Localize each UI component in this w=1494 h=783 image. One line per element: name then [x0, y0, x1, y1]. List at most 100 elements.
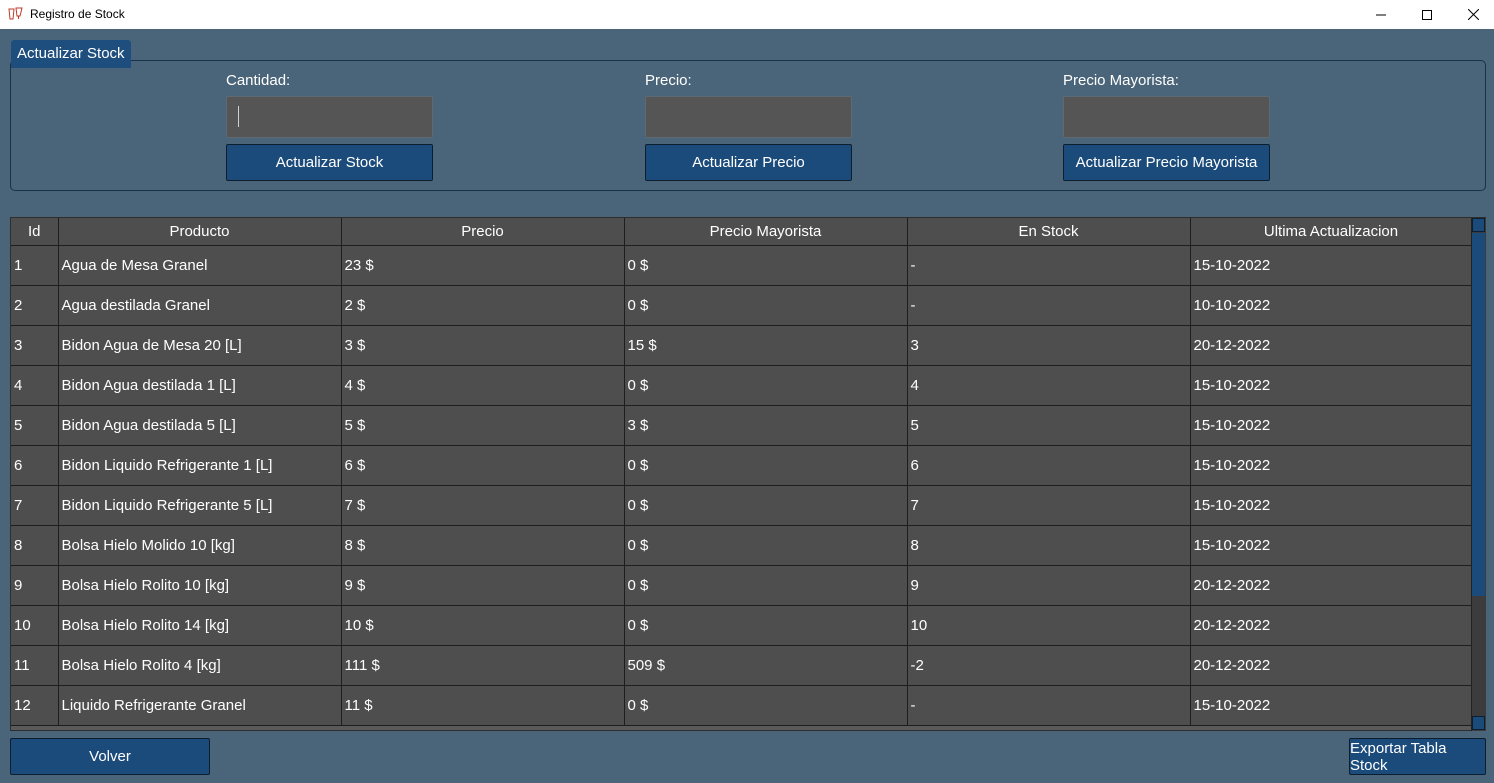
cell-last-update[interactable]: 20-12-2022 — [1190, 565, 1473, 606]
back-button[interactable]: Volver — [10, 738, 210, 775]
cell-price[interactable]: 11 $ — [341, 685, 625, 726]
close-button[interactable] — [1450, 0, 1494, 29]
cell-product[interactable]: Liquido Refrigerante Granel — [58, 685, 342, 726]
cell-id[interactable]: 12 — [11, 685, 59, 726]
cell-product[interactable]: Bolsa Hielo Rolito 14 [kg] — [58, 605, 342, 646]
update-price-button[interactable]: Actualizar Precio — [645, 144, 852, 181]
cell-wholesale-price[interactable]: 0 $ — [624, 445, 908, 486]
cell-price[interactable]: 3 $ — [341, 325, 625, 366]
cell-price[interactable]: 23 $ — [341, 245, 625, 286]
column-header-in-stock[interactable]: En Stock — [907, 218, 1191, 246]
cell-product[interactable]: Agua de Mesa Granel — [58, 245, 342, 286]
price-input[interactable] — [645, 96, 852, 138]
column-header-id[interactable]: Id — [11, 218, 59, 246]
cell-id[interactable]: 5 — [11, 405, 59, 446]
cell-wholesale-price[interactable]: 3 $ — [624, 405, 908, 446]
column-header-price[interactable]: Precio — [341, 218, 625, 246]
cell-price[interactable]: 6 $ — [341, 445, 625, 486]
cell-wholesale-price[interactable]: 15 $ — [624, 325, 908, 366]
cell-in-stock[interactable]: 10 — [907, 605, 1191, 646]
cell-product[interactable]: Bidon Agua de Mesa 20 [L] — [58, 325, 342, 366]
cell-id[interactable]: 6 — [11, 445, 59, 486]
table-row[interactable]: 11 Bolsa Hielo Rolito 4 [kg] 111 $509 $ -2 2… — [11, 645, 1473, 686]
cell-product[interactable]: Bidon Agua destilada 1 [L] — [58, 365, 342, 406]
table-row[interactable]: 6 Bidon Liquido Refrigerante 1 [L] 6 $0 $6… — [11, 445, 1473, 486]
cell-price[interactable]: 5 $ — [341, 405, 625, 446]
cell-last-update[interactable]: 15-10-2022 — [1190, 405, 1473, 446]
cell-in-stock[interactable]: 9 — [907, 565, 1191, 606]
cell-product[interactable]: Bolsa Hielo Rolito 10 [kg] — [58, 565, 342, 606]
update-stock-button[interactable]: Actualizar Stock — [226, 144, 433, 181]
cell-product[interactable]: Bidon Agua destilada 5 [L] — [58, 405, 342, 446]
stock-table[interactable]: Id Producto Precio Precio Mayorista En S… — [10, 217, 1486, 731]
cell-price[interactable]: 10 $ — [341, 605, 625, 646]
table-row[interactable]: 10 Bolsa Hielo Rolito 14 [kg] 10 $0 $10 20-… — [11, 605, 1473, 646]
table-row[interactable]: 5 Bidon Agua destilada 5 [L] 5 $3 $5 15-10-… — [11, 405, 1473, 446]
cell-in-stock[interactable]: - — [907, 245, 1191, 286]
table-row[interactable]: 1 Agua de Mesa Granel 23 $0 $ -15-10-2022 — [11, 245, 1473, 286]
wholesale-price-input[interactable] — [1063, 96, 1270, 138]
cell-product[interactable]: Bidon Liquido Refrigerante 1 [L] — [58, 445, 342, 486]
cell-in-stock[interactable]: - — [907, 285, 1191, 326]
cell-last-update[interactable]: 15-10-2022 — [1190, 525, 1473, 566]
export-table-button[interactable]: Exportar Tabla Stock — [1349, 738, 1486, 775]
cell-id[interactable]: 8 — [11, 525, 59, 566]
cell-price[interactable]: 7 $ — [341, 485, 625, 526]
cell-wholesale-price[interactable]: 0 $ — [624, 485, 908, 526]
cell-in-stock[interactable]: 8 — [907, 525, 1191, 566]
minimize-button[interactable] — [1358, 0, 1404, 29]
cell-last-update[interactable]: 10-10-2022 — [1190, 285, 1473, 326]
cell-id[interactable]: 11 — [11, 645, 59, 686]
cell-wholesale-price[interactable]: 0 $ — [624, 685, 908, 726]
cell-price[interactable]: 111 $ — [341, 645, 625, 686]
table-row[interactable]: 9 Bolsa Hielo Rolito 10 [kg] 9 $0 $9 20-12-… — [11, 565, 1473, 606]
table-row[interactable]: 3 Bidon Agua de Mesa 20 [L] 3 $15 $3 20-12-… — [11, 325, 1473, 366]
cell-wholesale-price[interactable]: 0 $ — [624, 245, 908, 286]
cell-product[interactable]: Bidon Liquido Refrigerante 5 [L] — [58, 485, 342, 526]
maximize-button[interactable] — [1404, 0, 1450, 29]
cell-id[interactable]: 1 — [11, 245, 59, 286]
cell-wholesale-price[interactable]: 509 $ — [624, 645, 908, 686]
cell-id[interactable]: 4 — [11, 365, 59, 406]
cell-in-stock[interactable]: - — [907, 685, 1191, 726]
cell-id[interactable]: 7 — [11, 485, 59, 526]
column-header-wholesale-price[interactable]: Precio Mayorista — [624, 218, 908, 246]
cell-in-stock[interactable]: 5 — [907, 405, 1191, 446]
cell-product[interactable]: Bolsa Hielo Molido 10 [kg] — [58, 525, 342, 566]
cell-wholesale-price[interactable]: 0 $ — [624, 365, 908, 406]
cell-in-stock[interactable]: 3 — [907, 325, 1191, 366]
cell-product[interactable]: Agua destilada Granel — [58, 285, 342, 326]
update-wholesale-price-button[interactable]: Actualizar Precio Mayorista — [1063, 144, 1270, 181]
cell-price[interactable]: 9 $ — [341, 565, 625, 606]
cell-last-update[interactable]: 20-12-2022 — [1190, 325, 1473, 366]
cell-in-stock[interactable]: 4 — [907, 365, 1191, 406]
cell-last-update[interactable]: 20-12-2022 — [1190, 605, 1473, 646]
cell-wholesale-price[interactable]: 0 $ — [624, 565, 908, 606]
cell-id[interactable]: 3 — [11, 325, 59, 366]
column-header-product[interactable]: Producto — [58, 218, 342, 246]
cell-id[interactable]: 2 — [11, 285, 59, 326]
scrollbar-thumb[interactable] — [1472, 233, 1485, 596]
scroll-up-arrow-icon[interactable] — [1472, 218, 1485, 232]
table-row[interactable]: 4 Bidon Agua destilada 1 [L] 4 $0 $4 15-10-… — [11, 365, 1473, 406]
quantity-input[interactable] — [226, 96, 433, 138]
cell-in-stock[interactable]: 6 — [907, 445, 1191, 486]
cell-last-update[interactable]: 15-10-2022 — [1190, 685, 1473, 726]
scroll-down-arrow-icon[interactable] — [1472, 716, 1485, 730]
table-row[interactable]: 12 Liquido Refrigerante Granel 11 $0 $ -15-… — [11, 685, 1473, 726]
cell-in-stock[interactable]: -2 — [907, 645, 1191, 686]
cell-last-update[interactable]: 15-10-2022 — [1190, 365, 1473, 406]
cell-last-update[interactable]: 20-12-2022 — [1190, 645, 1473, 686]
cell-last-update[interactable]: 15-10-2022 — [1190, 245, 1473, 286]
cell-price[interactable]: 4 $ — [341, 365, 625, 406]
cell-wholesale-price[interactable]: 0 $ — [624, 525, 908, 566]
column-header-last-update[interactable]: Ultima Actualizacion — [1190, 218, 1473, 246]
cell-last-update[interactable]: 15-10-2022 — [1190, 485, 1473, 526]
cell-price[interactable]: 8 $ — [341, 525, 625, 566]
cell-price[interactable]: 2 $ — [341, 285, 625, 326]
table-row[interactable]: 8 Bolsa Hielo Molido 10 [kg] 8 $0 $8 15-10-… — [11, 525, 1473, 566]
cell-wholesale-price[interactable]: 0 $ — [624, 285, 908, 326]
cell-id[interactable]: 9 — [11, 565, 59, 606]
table-row[interactable]: 2 Agua destilada Granel 2 $0 $ -10-10-2022 — [11, 285, 1473, 326]
cell-last-update[interactable]: 15-10-2022 — [1190, 445, 1473, 486]
